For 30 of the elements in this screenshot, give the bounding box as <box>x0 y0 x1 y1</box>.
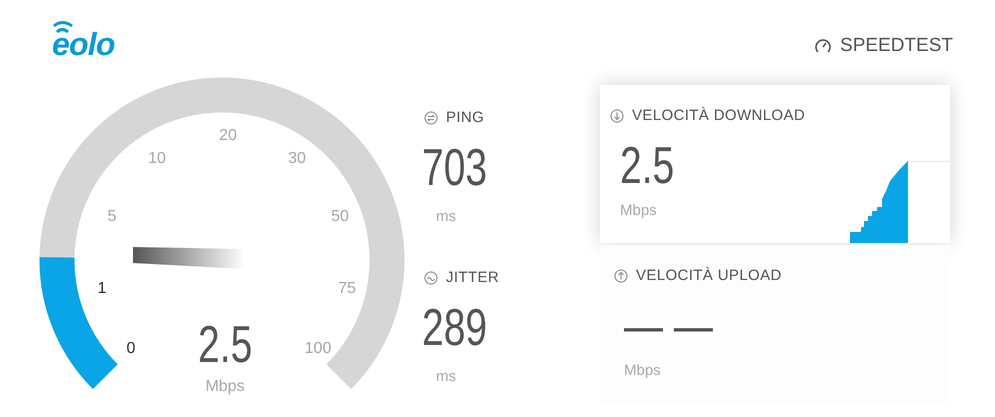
gauge-tick-label: 50 <box>331 208 349 226</box>
gauge-tick-label: 0 <box>126 340 136 358</box>
gauge-tick-label: 10 <box>148 150 166 168</box>
speed-value: — — <box>624 300 714 352</box>
metric-value: 289 <box>422 302 488 354</box>
jitter-icon <box>424 271 438 286</box>
speed-unit: Mbps <box>624 360 662 380</box>
speed-label: VELOCITÀ DOWNLOAD <box>632 106 806 126</box>
gauge-tick-label: 30 <box>288 150 306 168</box>
gauge-icon <box>814 38 832 54</box>
metric-unit: ms <box>436 206 457 226</box>
download-icon <box>610 109 624 124</box>
ping-icon <box>424 111 438 126</box>
brand-name: SPEEDTEST <box>840 34 953 58</box>
gauge-unit: Mbps <box>205 377 245 397</box>
gauge-value: 2.5 <box>198 319 252 371</box>
metric-unit: ms <box>436 366 457 386</box>
speed-value: 2.5 <box>620 140 676 192</box>
speed-label: VELOCITÀ UPLOAD <box>636 266 782 286</box>
metric-value: 703 <box>422 142 488 194</box>
logo: eolo <box>52 28 115 60</box>
speed-unit: Mbps <box>620 200 658 220</box>
gauge-tick-label: 75 <box>338 280 356 298</box>
metric-label: JITTER <box>446 268 500 288</box>
gauge-tick-label: 100 <box>304 340 332 358</box>
metric-label: PING <box>446 108 484 128</box>
gauge-tick-label: 1 <box>98 280 106 298</box>
upload-icon <box>614 269 628 284</box>
gauge-tick-label: 20 <box>219 127 237 144</box>
gauge-tick-label: 5 <box>108 208 116 226</box>
